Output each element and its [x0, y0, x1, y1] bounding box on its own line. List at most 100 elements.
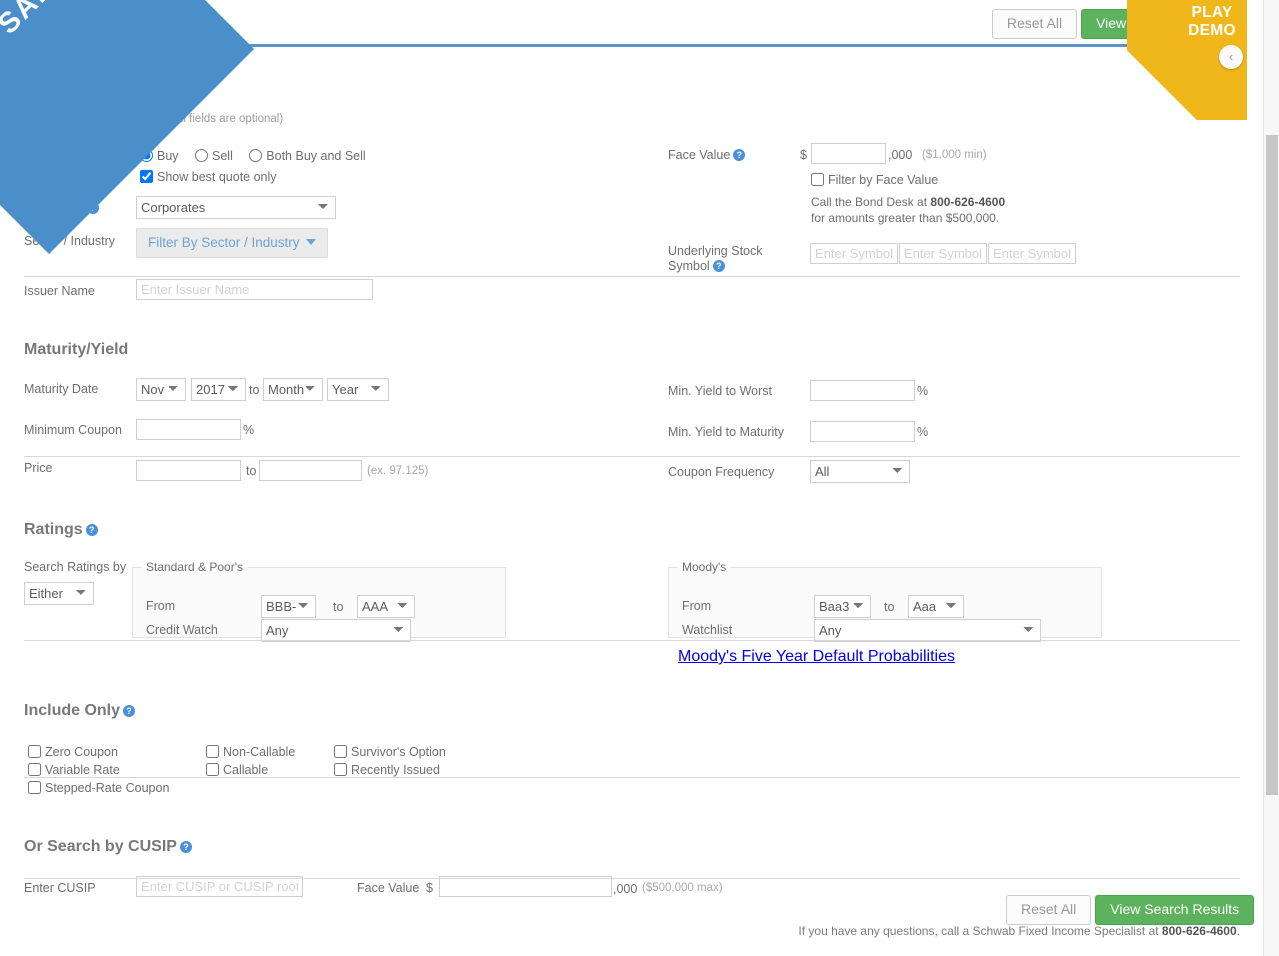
- sp-ratings-box: Standard & Poor's From BBB-BBBBBB+A-AA+A…: [132, 560, 506, 642]
- show-quotes-help-icon[interactable]: ?: [102, 149, 115, 161]
- sp-credit-watch-select[interactable]: AnyPositiveNegativeDeveloping: [261, 619, 411, 642]
- coupon-frequency-select[interactable]: AllAnnualSemi-AnnualQuarterlyMonthly: [810, 460, 910, 483]
- minimum-coupon-input[interactable]: [136, 419, 241, 440]
- cusip-face-value-input[interactable]: [439, 876, 612, 897]
- search-by-product-title: Search by Product: [24, 109, 166, 126]
- radio-both[interactable]: Both Buy and Sell: [249, 149, 366, 163]
- play-demo-collapse-button[interactable]: ‹: [1219, 45, 1243, 69]
- play-demo-line2: DEMO: [1188, 22, 1236, 39]
- checkbox-survivors-option[interactable]: Survivor's Option: [334, 745, 446, 759]
- bond-desk-note-line2: for amounts greater than $500,000.: [811, 211, 1000, 225]
- radio-buy[interactable]: Buy: [140, 149, 179, 163]
- ratings-help-icon[interactable]: ?: [85, 524, 98, 536]
- footer-actions: Reset All View Search Results: [1006, 895, 1255, 925]
- include-only-help-icon[interactable]: ?: [123, 705, 136, 717]
- vertical-scrollbar[interactable]: [1263, 0, 1279, 956]
- maturity-to-month-select[interactable]: MonthJanFebMarAprMayJunJulAugSepOctNovDe…: [263, 378, 323, 401]
- checkbox-stepped-rate-coupon-input[interactable]: [28, 781, 41, 794]
- underlying-symbol-help-icon[interactable]: ?: [712, 260, 725, 272]
- radio-sell[interactable]: Sell: [195, 149, 233, 163]
- show-best-quote-only-checkbox[interactable]: Show best quote only: [140, 170, 277, 184]
- cusip-title: Or Search by CUSIP: [24, 838, 177, 855]
- maturity-from-year-select[interactable]: Year201720182019202020212022: [191, 378, 246, 401]
- cusip-input[interactable]: [136, 876, 303, 897]
- show-quotes-label: Show Quotes?: [24, 148, 115, 163]
- search-ratings-by-select[interactable]: EitherBoth: [24, 582, 94, 605]
- footer-note-period: .: [1236, 924, 1240, 938]
- include-only-column-3: Survivor's Option Recently Issued: [334, 745, 458, 777]
- checkbox-non-callable[interactable]: Non-Callable: [206, 745, 295, 759]
- face-value-help-icon[interactable]: ?: [733, 149, 746, 161]
- sp-credit-watch-label: Credit Watch: [146, 623, 218, 637]
- moodys-to-select[interactable]: AaaAa1Aa2Aa3A1A2A3Baa1Baa2Baa3: [908, 595, 964, 618]
- play-demo-line1: PLAY: [1191, 4, 1233, 21]
- bond-type-help-icon[interactable]: ?: [86, 202, 99, 214]
- checkbox-recently-issued-input[interactable]: [334, 763, 347, 776]
- min-yield-to-maturity-input[interactable]: [810, 421, 915, 442]
- price-to-input[interactable]: [259, 460, 362, 481]
- footer-contact-note: If you have any questions, call a Schwab…: [798, 924, 1240, 938]
- underlying-symbol-input-1[interactable]: [810, 243, 898, 264]
- underlying-stock-symbol-label: Underlying Stock Symbol?: [668, 244, 763, 273]
- underlying-symbol-input-3[interactable]: [988, 243, 1076, 264]
- reset-all-button-top[interactable]: Reset All: [991, 9, 1078, 39]
- scrollbar-thumb[interactable]: [1266, 135, 1278, 795]
- filter-by-sector-industry-button[interactable]: Filter By Sector / Industry: [136, 228, 328, 258]
- bond-search-page: Find Bonds Reset All View Search Results…: [0, 0, 1279, 956]
- bond-type-label: Bond Type?: [24, 201, 99, 216]
- checkbox-variable-rate-input[interactable]: [28, 763, 41, 776]
- issuer-name-input[interactable]: [136, 279, 373, 300]
- play-demo-label[interactable]: PLAY DEMO: [1167, 4, 1257, 40]
- issuer-name-label: Issuer Name: [24, 284, 95, 298]
- filter-by-face-value-input[interactable]: [811, 173, 824, 186]
- filter-by-sector-industry-label: Filter By Sector / Industry: [148, 235, 300, 250]
- moodys-to-word: to: [884, 600, 895, 614]
- maturity-from-month-select[interactable]: MonthJanFebMarAprMayJunJulAugSepOctNovDe…: [136, 378, 186, 401]
- divider-after-include-only: [24, 777, 1240, 778]
- page-header: Find Bonds Reset All View Search Results: [0, 0, 1263, 44]
- footer-note-text: If you have any questions, call a Schwab…: [798, 924, 1162, 938]
- checkbox-zero-coupon-input[interactable]: [28, 745, 41, 758]
- checkbox-callable[interactable]: Callable: [206, 763, 295, 777]
- sp-from-select[interactable]: BBB-BBBBBB+A-AA+AA-AAAA+AAA: [261, 595, 316, 618]
- moodys-ratings-box: Moody's From Baa3Baa2Baa1A3A2A1Aa3Aa2Aa1…: [668, 560, 1102, 642]
- bond-desk-note-line1: Call the Bond Desk at: [811, 195, 931, 209]
- price-from-input[interactable]: [136, 460, 241, 481]
- filter-by-face-value-checkbox[interactable]: Filter by Face Value: [811, 173, 938, 187]
- checkbox-variable-rate[interactable]: Variable Rate: [28, 763, 169, 777]
- include-only-column-1: Zero Coupon Variable Rate Stepped-Rate C…: [28, 745, 181, 795]
- moodys-from-select[interactable]: Baa3Baa2Baa1A3A2A1Aa3Aa2Aa1Aaa: [814, 595, 871, 618]
- face-value-label: Face Value?: [668, 148, 746, 163]
- checkbox-zero-coupon[interactable]: Zero Coupon: [28, 745, 169, 759]
- face-value-input[interactable]: [811, 143, 886, 164]
- bond-desk-note: Call the Bond Desk at 800-626-4600 for a…: [811, 194, 1111, 226]
- radio-sell-input[interactable]: [195, 149, 208, 162]
- footer-phone: 800-626-4600: [1161, 924, 1237, 938]
- min-yield-to-worst-input[interactable]: [810, 380, 915, 401]
- divider-after-product: [24, 276, 1240, 277]
- minimum-coupon-label: Minimum Coupon: [24, 423, 122, 437]
- underlying-symbol-input-2[interactable]: [899, 243, 987, 264]
- moodys-watchlist-select[interactable]: AnyPositiveNegativeDeveloping: [814, 619, 1041, 642]
- reset-all-button-bottom[interactable]: Reset All: [1006, 895, 1092, 925]
- min-yield-to-maturity-label: Min. Yield to Maturity: [668, 425, 785, 439]
- cusip-dollar-sign: $: [426, 881, 433, 895]
- maturity-to-word: to: [249, 383, 260, 397]
- include-only-title-wrap: Include Only?: [24, 702, 136, 720]
- checkbox-stepped-rate-coupon[interactable]: Stepped-Rate Coupon: [28, 781, 169, 795]
- checkbox-callable-input[interactable]: [206, 763, 219, 776]
- content-viewport: Find Bonds Reset All View Search Results…: [0, 0, 1263, 956]
- radio-both-input[interactable]: [249, 149, 263, 162]
- show-best-quote-only-input[interactable]: [140, 170, 153, 183]
- bond-type-select[interactable]: CorporatesMunicipalsTreasuriesAgenciesCe…: [136, 196, 336, 219]
- moodys-default-probabilities-link[interactable]: Moody's Five Year Default Probabilities: [678, 648, 955, 666]
- cusip-help-icon[interactable]: ?: [179, 841, 192, 853]
- checkbox-recently-issued[interactable]: Recently Issued: [334, 763, 446, 777]
- radio-buy-input[interactable]: [140, 149, 153, 162]
- sp-to-select[interactable]: AAAAA+AAAA-A+AA-BBB+BBBBBB-: [357, 595, 415, 618]
- search-by-product-note: (All fields are optional): [169, 113, 284, 125]
- maturity-to-year-select[interactable]: Year201720182019202020212022: [327, 378, 389, 401]
- checkbox-survivors-option-input[interactable]: [334, 745, 347, 758]
- checkbox-non-callable-input[interactable]: [206, 745, 219, 758]
- view-search-results-button-bottom[interactable]: View Search Results: [1095, 895, 1255, 925]
